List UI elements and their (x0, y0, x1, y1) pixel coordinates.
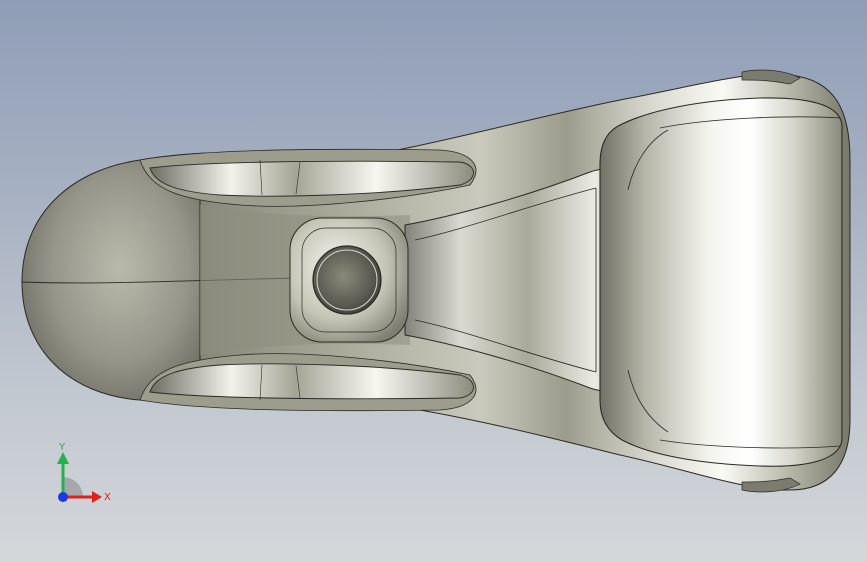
end-pad[interactable] (599, 97, 843, 467)
sphere-end[interactable] (21, 159, 201, 401)
triad-x-arrow (92, 491, 102, 503)
triad-z-axis (58, 492, 68, 502)
orientation-triad: Y X (57, 442, 111, 503)
cad-model[interactable] (0, 0, 867, 562)
triad-y-label: Y (58, 442, 66, 453)
triad-x-label: X (104, 492, 111, 503)
graphics-viewport[interactable]: Y X (0, 0, 867, 562)
through-hole[interactable] (312, 245, 382, 315)
triad-y-arrow (57, 452, 69, 464)
